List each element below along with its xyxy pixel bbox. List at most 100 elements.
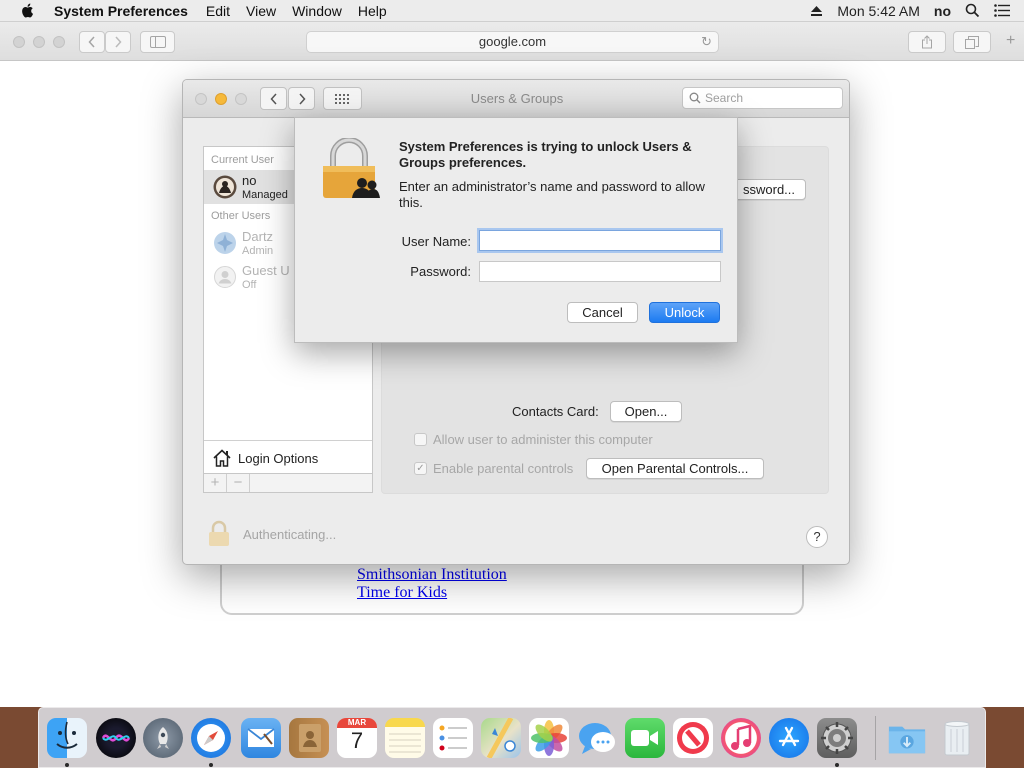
search-input[interactable] [705, 91, 825, 105]
menubar-user[interactable]: no [934, 3, 951, 19]
show-all-button[interactable] [323, 87, 362, 110]
app-store-icon[interactable] [769, 718, 809, 758]
new-tab-icon[interactable]: + [1006, 32, 1015, 50]
finder-icon[interactable] [47, 718, 87, 758]
lock-icon [323, 138, 380, 198]
change-password-button[interactable]: ssword... [732, 179, 806, 200]
allow-admin-checkbox[interactable] [414, 433, 427, 446]
itunes-icon[interactable] [721, 718, 761, 758]
password-field[interactable] [479, 261, 721, 282]
menu-bar: System Preferences Edit View Window Help… [0, 0, 1024, 22]
other-users-heading: Other Users [211, 210, 271, 222]
facetime-icon[interactable] [625, 718, 665, 758]
user-name: Guest U [242, 263, 290, 278]
notification-center-icon[interactable] [994, 4, 1010, 17]
notes-icon[interactable] [385, 718, 425, 758]
web-content-frame [220, 563, 804, 615]
dialog-heading: System Preferences is trying to unlock U… [399, 139, 692, 170]
minimize-button[interactable] [215, 93, 227, 105]
close-button[interactable] [195, 93, 207, 105]
grid-icon [335, 93, 349, 104]
system-preferences-icon[interactable] [817, 718, 857, 758]
safari-close-button[interactable] [13, 36, 25, 48]
login-options-item[interactable]: Login Options [204, 440, 372, 475]
user-subtitle: Off [242, 279, 257, 291]
parental-controls-row: ✓ Enable parental controls [414, 461, 573, 476]
safari-minimize-button[interactable] [33, 36, 45, 48]
messages-icon[interactable] [577, 718, 617, 758]
search-icon [689, 92, 701, 104]
contacts-card-label: Contacts Card: [512, 404, 599, 419]
safari-tabs-button[interactable] [953, 31, 991, 53]
user-name: Dartz [242, 229, 274, 244]
open-parental-controls-button[interactable]: Open Parental Controls... [586, 458, 764, 479]
sidebar-icon [149, 36, 166, 48]
reminders-icon[interactable] [433, 718, 473, 758]
trash-icon[interactable] [937, 718, 977, 758]
house-icon [213, 449, 231, 467]
menu-view[interactable]: View [238, 3, 284, 19]
search-field[interactable] [682, 87, 843, 109]
calendar-month: MAR [337, 718, 377, 728]
parental-controls-label: Enable parental controls [433, 461, 574, 476]
sp-back-button[interactable] [260, 87, 287, 110]
username-field[interactable] [479, 230, 721, 251]
dock: MAR 7 [38, 707, 986, 768]
siri-icon[interactable] [96, 718, 136, 758]
parental-controls-checkbox[interactable]: ✓ [414, 462, 427, 475]
eject-icon[interactable] [810, 5, 823, 17]
safari-back-button[interactable] [79, 31, 105, 53]
sp-forward-button[interactable] [288, 87, 315, 110]
login-options-label: Login Options [238, 450, 319, 466]
launchpad-icon[interactable] [143, 718, 183, 758]
spotlight-search-icon[interactable] [965, 3, 980, 18]
reload-icon[interactable]: ↻ [701, 32, 712, 52]
password-label: Password: [410, 264, 471, 279]
running-indicator [65, 763, 69, 767]
safari-share-button[interactable] [908, 31, 946, 53]
downloads-folder-icon[interactable] [887, 718, 927, 758]
link-time-for-kids[interactable]: Time for Kids [357, 584, 447, 602]
sp-toolbar: Users & Groups [183, 80, 849, 118]
calendar-day: 7 [350, 728, 364, 753]
chevron-right-icon [298, 92, 306, 105]
mail-icon[interactable] [241, 718, 281, 758]
remove-user-button[interactable]: − [227, 474, 250, 492]
list-controls: + − [203, 473, 373, 493]
news-icon[interactable] [673, 718, 713, 758]
allow-admin-label: Allow user to administer this computer [433, 432, 653, 447]
guest-user-icon [214, 266, 236, 288]
address-text: google.com [478, 34, 547, 49]
calendar-icon[interactable]: MAR 7 [337, 718, 377, 758]
menu-edit[interactable]: Edit [198, 3, 238, 19]
chevron-right-icon [115, 36, 122, 48]
help-button[interactable]: ? [806, 526, 828, 548]
safari-toolbar: google.com ↻ + [0, 22, 1024, 61]
link-smithsonian[interactable]: Smithsonian Institution [357, 566, 507, 584]
menubar-clock[interactable]: Mon 5:42 AM [837, 3, 920, 19]
address-bar[interactable]: google.com ↻ [306, 31, 719, 53]
add-user-button[interactable]: + [204, 474, 227, 492]
menu-window[interactable]: Window [284, 3, 350, 19]
safari-icon[interactable] [191, 718, 231, 758]
unlock-button[interactable]: Unlock [649, 302, 720, 323]
running-indicator [209, 763, 213, 767]
chevron-left-icon [269, 92, 277, 105]
zoom-button[interactable] [235, 93, 247, 105]
safari-sidebar-button[interactable] [140, 31, 175, 53]
photos-icon[interactable] [529, 718, 569, 758]
safari-forward-button[interactable] [105, 31, 131, 53]
menu-app-name[interactable]: System Preferences [54, 3, 198, 19]
unlock-dialog: System Preferences is trying to unlock U… [294, 117, 738, 343]
lock-icon[interactable] [207, 520, 231, 548]
contacts-icon[interactable] [289, 718, 329, 758]
authenticating-status: Authenticating... [243, 527, 337, 542]
dialog-description: Enter an administrator’s name and passwo… [399, 179, 705, 210]
menu-help[interactable]: Help [350, 3, 395, 19]
cancel-button[interactable]: Cancel [567, 302, 638, 323]
apple-menu-icon[interactable] [20, 2, 36, 19]
safari-zoom-button[interactable] [53, 36, 65, 48]
tab-overview-icon [965, 35, 979, 49]
maps-icon[interactable] [481, 718, 521, 758]
open-contacts-button[interactable]: Open... [610, 401, 682, 422]
